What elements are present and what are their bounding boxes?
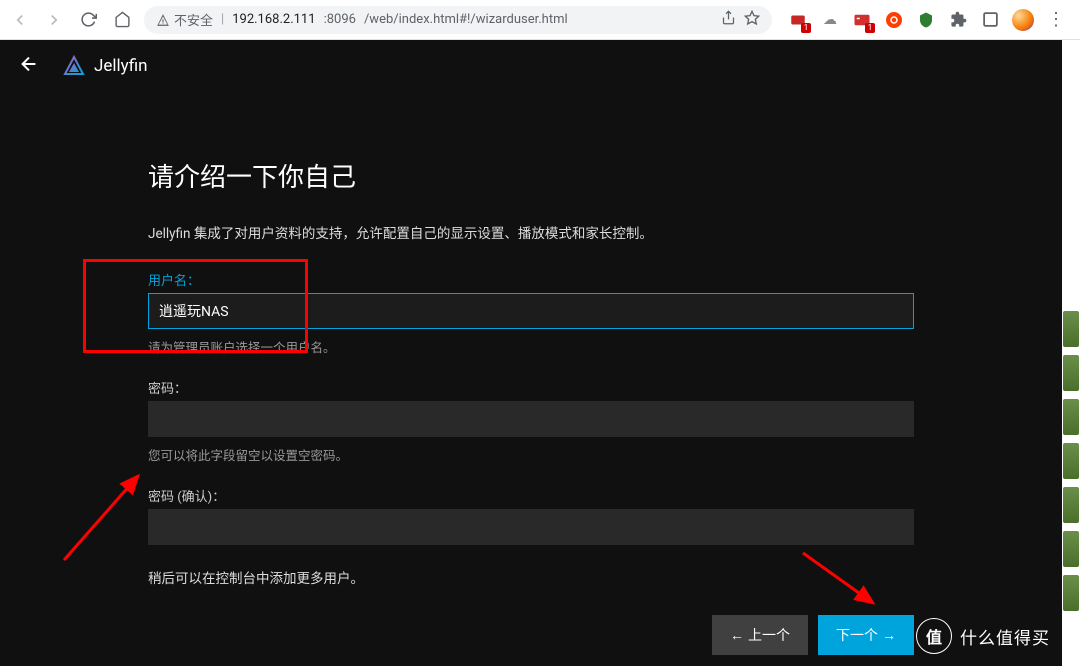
password-input[interactable] [148, 401, 914, 437]
page-title: 请介绍一下你自己 [148, 157, 914, 194]
jellyfin-logo-icon [62, 54, 86, 78]
username-label: 用户名： [148, 270, 914, 289]
previous-button[interactable]: ← 上一个 [712, 615, 808, 655]
arrow-right-icon: → [882, 627, 896, 644]
back-arrow-button[interactable] [18, 53, 40, 80]
share-icon[interactable] [721, 10, 736, 29]
app-header: Jellyfin [0, 40, 1062, 92]
watermark-logo-icon: 值 [916, 618, 952, 654]
wizard-content: 请介绍一下你自己 Jellyfin 集成了对用户资料的支持，允许配置自己的显示设… [136, 157, 926, 655]
profile-avatar-icon[interactable] [1012, 9, 1034, 31]
security-warning-text: 不安全 [174, 10, 213, 29]
extensions-puzzle-icon[interactable] [948, 10, 968, 30]
password-field-group: 密码： 您可以将此字段留空以设置空密码。 [148, 378, 914, 464]
url-port: :8096 [324, 12, 356, 27]
side-scrollbar-area[interactable] [1062, 40, 1080, 666]
password-confirm-field-group: 密码 (确认)： [148, 486, 914, 545]
nav-home-button[interactable] [110, 8, 134, 32]
nav-back-button[interactable] [8, 8, 32, 32]
watermark-text: 什么值得买 [960, 624, 1050, 649]
button-row: ← 上一个 下一个 → [148, 615, 914, 655]
arrow-left-icon: ← [730, 627, 744, 644]
next-button-label: 下一个 [836, 625, 878, 645]
password-help: 您可以将此字段留空以设置空密码。 [148, 445, 914, 464]
address-bar[interactable]: 不安全 | 192.168.2.111:8096/web/index.html#… [144, 6, 772, 34]
password-confirm-label: 密码 (确认)： [148, 486, 914, 505]
extension-icon[interactable] [884, 10, 904, 30]
previous-button-label: 上一个 [748, 625, 790, 645]
username-field-group: 用户名： 请为管理员账户选择一个用户名。 [148, 270, 914, 356]
next-button[interactable]: 下一个 → [818, 615, 914, 655]
extension-icon[interactable]: 1 [788, 10, 808, 30]
username-help: 请为管理员账户选择一个用户名。 [148, 337, 914, 356]
thumbnail-icon [1063, 443, 1079, 479]
nav-forward-button[interactable] [42, 8, 66, 32]
chrome-menu-icon[interactable]: ⋮ [1046, 10, 1066, 30]
page-description: Jellyfin 集成了对用户资料的支持，允许配置自己的显示设置、播放模式和家长… [148, 222, 914, 242]
thumbnail-icon [1063, 531, 1079, 567]
thumbnail-icon [1063, 399, 1079, 435]
thumbnail-icon [1063, 487, 1079, 523]
url-path: /web/index.html#!/wizarduser.html [364, 12, 568, 27]
app-window: Jellyfin 请介绍一下你自己 Jellyfin 集成了对用户资料的支持，允… [0, 40, 1062, 666]
bookmark-star-icon[interactable] [744, 10, 760, 30]
thumbnail-icon [1063, 311, 1079, 347]
url-host: 192.168.2.111 [232, 12, 315, 27]
wizard-note: 稍后可以在控制台中添加更多用户。 [148, 567, 914, 587]
password-label: 密码： [148, 378, 914, 397]
password-confirm-input[interactable] [148, 509, 914, 545]
extension-icon[interactable] [916, 10, 936, 30]
thumbnail-icon [1063, 575, 1079, 611]
username-input[interactable] [148, 293, 914, 329]
extension-icon[interactable]: 1 [852, 10, 872, 30]
new-tab-icon[interactable] [980, 10, 1000, 30]
nav-reload-button[interactable] [76, 8, 100, 32]
thumbnail-icon [1063, 355, 1079, 391]
brand: Jellyfin [62, 54, 148, 78]
security-warning-icon: 不安全 [156, 10, 213, 29]
browser-toolbar: 不安全 | 192.168.2.111:8096/web/index.html#… [0, 0, 1080, 40]
watermark: 值 什么值得买 [916, 618, 1050, 654]
extensions-tray: 1 ☁ 1 ⋮ [782, 9, 1072, 31]
extension-icon[interactable]: ☁ [820, 10, 840, 30]
brand-name: Jellyfin [94, 56, 148, 76]
